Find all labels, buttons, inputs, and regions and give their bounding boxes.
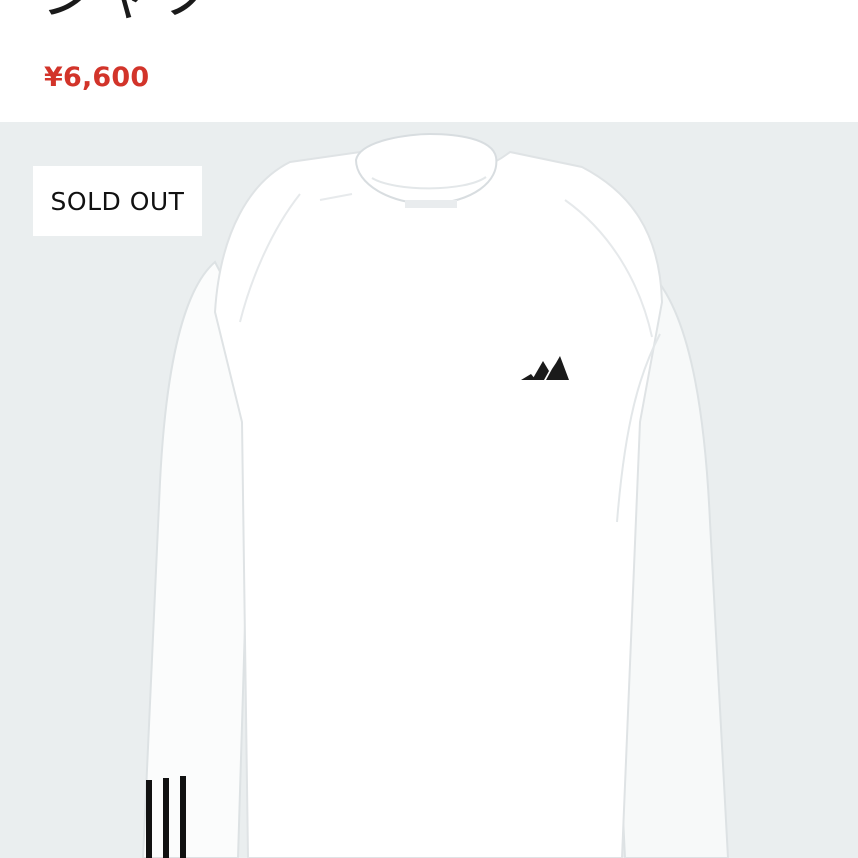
collar-label [405, 200, 457, 208]
shirt-body [213, 150, 664, 858]
sold-out-badge: SOLD OUT [33, 166, 202, 236]
product-image[interactable]: SOLD OUT [0, 122, 858, 858]
product-header: シャツ ¥6,600 [0, 0, 858, 122]
sleeve-stripes [146, 776, 186, 858]
product-price: ¥6,600 [44, 62, 150, 93]
product-page: シャツ ¥6,600 [0, 0, 858, 858]
product-title: シャツ [40, 0, 214, 22]
